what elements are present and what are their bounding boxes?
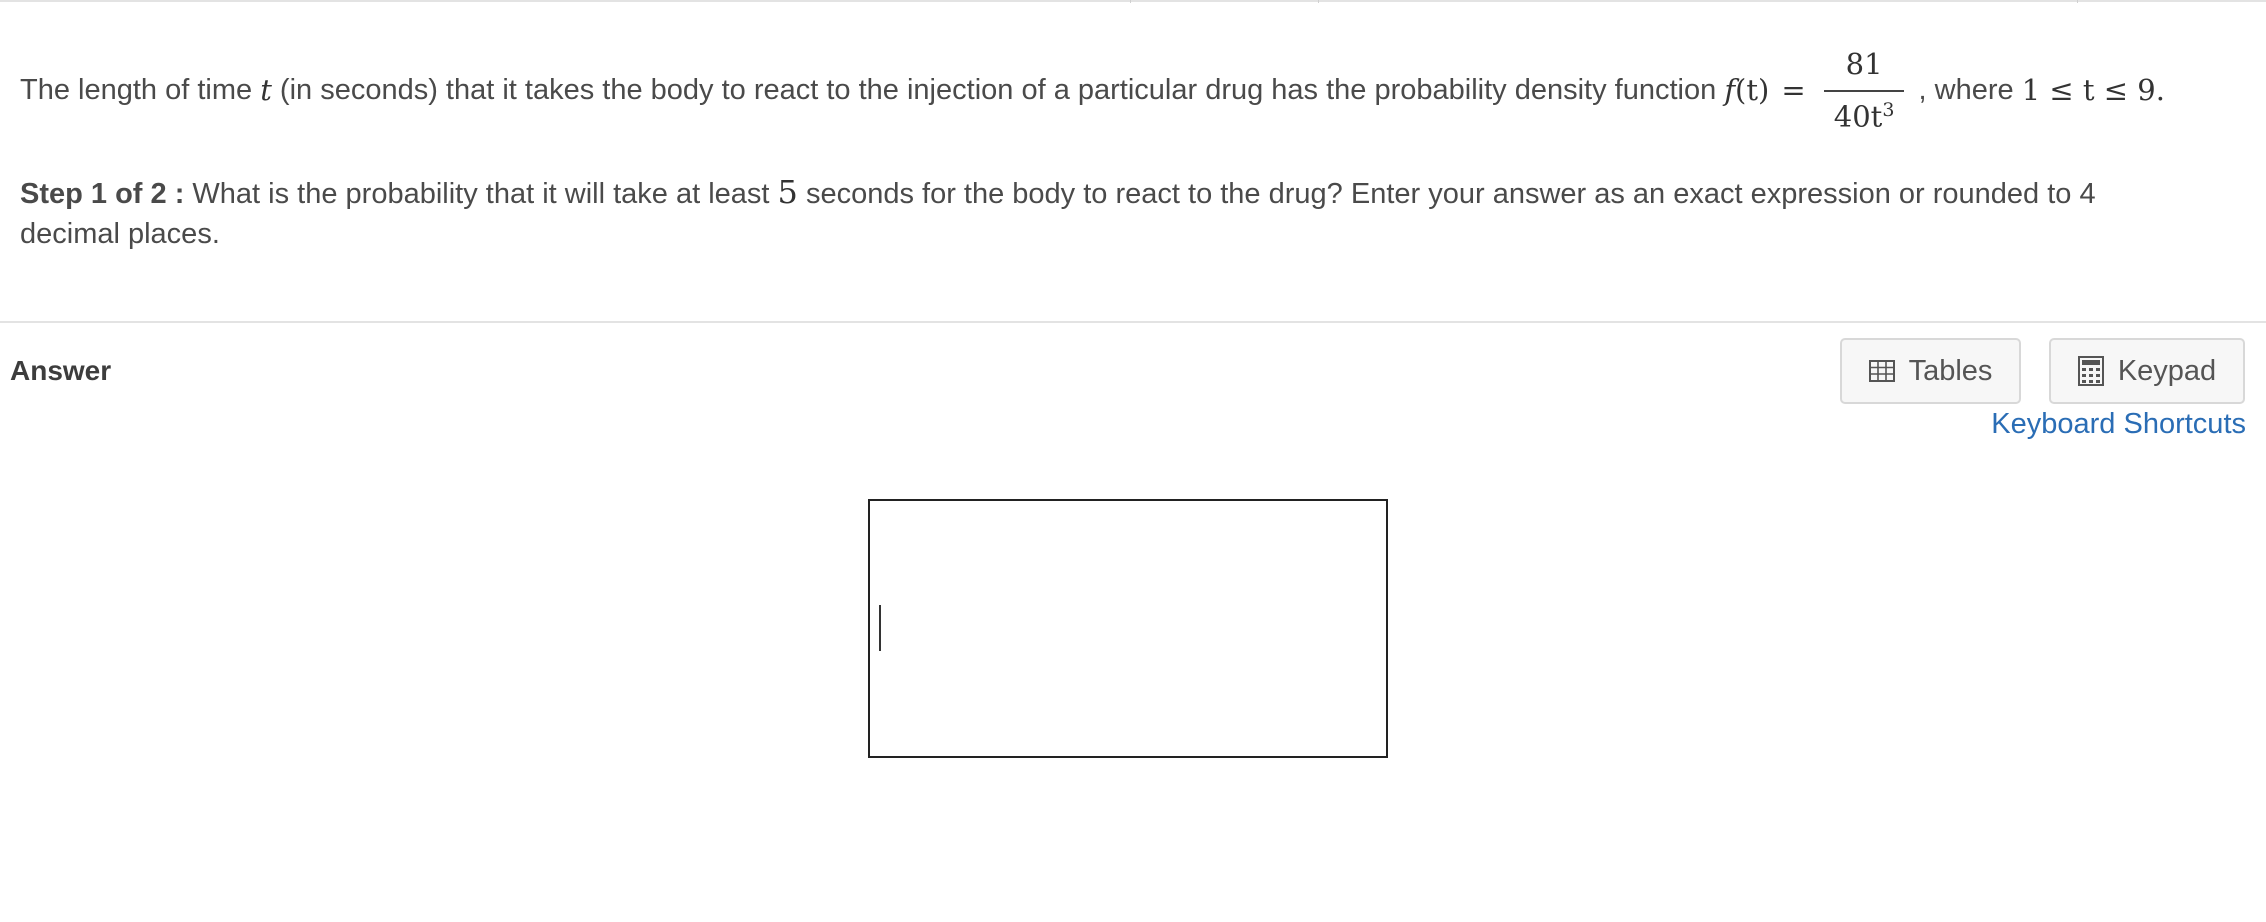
answer-input[interactable]: [868, 499, 1388, 758]
divider-tick: [1318, 0, 1319, 3]
divider-tick: [1130, 0, 1131, 3]
variable-t: t: [260, 73, 272, 108]
comma: ,: [1918, 74, 1927, 107]
top-divider: [0, 0, 2266, 5]
text-caret: [879, 605, 881, 651]
fraction-denominator: 40t3: [1833, 98, 1895, 134]
equals-sign: =: [1781, 73, 1806, 108]
keypad-label: Keypad: [2117, 354, 2217, 387]
density-fraction: 81 40t3: [1823, 46, 1905, 136]
answer-heading: Answer: [10, 355, 112, 386]
step-value: 5: [777, 173, 798, 211]
keyboard-shortcuts-link[interactable]: Keyboard Shortcuts: [1991, 408, 2246, 441]
table-icon: [1868, 360, 1895, 382]
calculator-icon: [2077, 356, 2104, 386]
domain-expression: 1 ≤ t ≤ 9.: [2021, 73, 2165, 108]
function-expression: f(t): [1724, 73, 1770, 108]
tables-button[interactable]: Tables: [1840, 338, 2021, 404]
problem-text: (in seconds) that it takes the body to r…: [279, 74, 1717, 107]
keypad-button[interactable]: Keypad: [2049, 338, 2245, 404]
fraction-numerator: 81: [1823, 46, 1905, 92]
step-prompt: Step 1 of 2 : What is the probability th…: [20, 172, 2200, 254]
tables-label: Tables: [1908, 354, 1993, 387]
problem-intro: The length of time: [20, 74, 253, 107]
divider-tick: [2077, 0, 2078, 3]
step-label: Step 1 of 2 :: [20, 178, 185, 210]
step-text-before: What is the probability that it will tak…: [192, 178, 770, 210]
problem-statement: The length of time t (in seconds) that i…: [20, 46, 2250, 136]
where-word: where: [1934, 74, 2014, 107]
section-divider: [0, 321, 2266, 323]
